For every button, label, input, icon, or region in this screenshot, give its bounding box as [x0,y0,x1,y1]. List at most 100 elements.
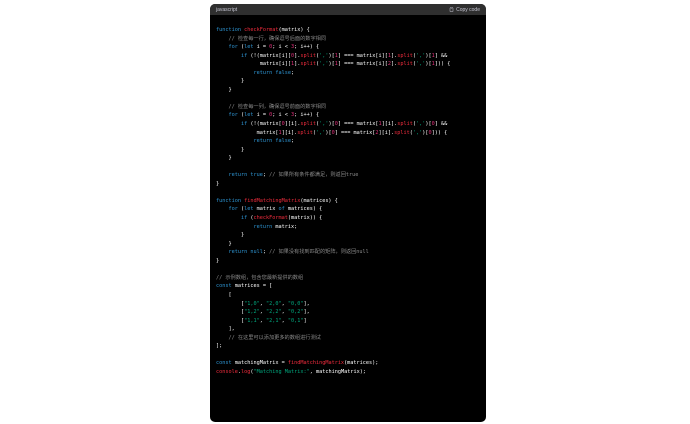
code-token: ',' [315,129,326,136]
code-token: split [300,52,316,59]
clipboard-icon [449,7,454,12]
copy-code-label: Copy code [456,6,480,13]
code-line: // 在这里可以添加更多的数组进行测试 [216,334,480,343]
code-token: split [397,61,413,68]
code-line: return null; // 如果没有找到匹配的矩阵，则返回null [216,248,480,257]
code-token: ] [303,317,307,324]
code-token: let [244,206,254,213]
code-token: split [300,61,316,68]
code-token: } [216,232,245,239]
code-token: , matchingMatrix); [309,368,366,375]
code-token: matrices) { [284,206,323,213]
code-token: return [228,172,248,179]
code-token: "1,1" [244,317,260,324]
code-line: if (!(matrix[i][0].split(',')[1] === mat… [216,52,480,61]
code-token: ], [303,309,310,316]
code-token: ][i]. [284,121,301,128]
code-line: // 检查每一行，确保逗号后面的数字相同 [216,35,480,44]
code-line: } [216,86,480,95]
code-token: ])) { [434,61,451,68]
code-token: ] === matrix[ [334,129,376,136]
code-token: [ [216,309,245,316]
code-line: } [216,77,480,86]
code-line: // 检查每一列，确保逗号前面的数字相同 [216,103,480,112]
code-line: return false; [216,137,480,146]
code-token: [ [216,300,245,307]
code-token: // 如果所有条件都满足，则返回true [269,172,359,179]
code-token: ])) { [431,129,448,136]
code-token: let [244,44,254,51]
code-token: console [216,368,238,375]
code-token: checkFormat [244,27,279,33]
code-token: ; i++) { [294,112,320,119]
code-token: let [244,112,254,119]
code-token: return [253,69,273,76]
code-token: ; [290,138,295,145]
code-token: [ [216,317,245,324]
code-line: } [216,231,480,240]
code-token: ',' [415,61,426,68]
code-token: ; i++) { [294,44,320,51]
code-line: matrix[i][1].split(',')[1] === matrix[i]… [216,60,480,69]
code-token: ][i]. [281,129,298,136]
code-line: ["1,1", "2,1", "0,1"] [216,317,480,326]
code-token: ] === matrix[ [337,121,379,128]
code-token: checkFormat [253,215,288,222]
code-token: } [216,146,245,153]
code-line: } [216,180,480,189]
copy-code-button[interactable]: Copy code [449,7,480,13]
code-line: ]; [216,342,480,351]
code-line: if (!(matrix[0][i].split(',')[0] === mat… [216,120,480,129]
code-token: } [216,180,220,187]
code-token: (!(matrix[i][ [247,52,291,59]
code-token: const [216,283,232,290]
code-token: "0,1" [287,317,304,324]
code-token: log [241,368,251,375]
code-token: null [250,249,263,256]
code-line: ["1,0", "2,0", "0,0"], [216,300,480,309]
code-token: split [300,121,316,128]
code-line: return false; [216,69,480,78]
code-token: matchingMatrix = [231,360,288,367]
code-token: ',' [412,129,423,136]
code-token: for [228,44,238,51]
code-token: ], [216,326,235,333]
code-token: ][i]. [381,121,398,128]
code-block-header: javascript Copy code [210,4,486,15]
code-token: matrix[ [216,129,279,136]
code-token: i = [253,44,270,51]
code-token: true [250,172,263,179]
code-token: "0,2" [287,309,304,316]
code-line: ["1,2", "2,2", "0,2"], [216,308,480,317]
code-line: return true; // 如果所有条件都满足，则返回true [216,171,480,180]
code-token: ',' [415,121,426,128]
code-line: } [216,257,480,266]
code-token: matrix; [272,223,298,230]
code-token: } [216,86,232,93]
code-line: function checkFormat(matrix) { [216,26,480,35]
code-token: findMatchingMatrix [287,360,345,367]
code-token: "1,2" [244,309,260,316]
code-token: split [397,121,413,128]
code-token: // 检查每一列，确保逗号前面的数字相同 [228,103,327,110]
code-line: const matchingMatrix = findMatchingMatri… [216,359,480,368]
code-line: ], [216,325,480,334]
language-label: javascript [216,6,238,13]
code-token: // 在这里可以添加更多的数组进行测试 [228,334,321,341]
code-content: function checkFormat(matrix) { // 检查每一行，… [210,15,486,376]
code-token: "1,0" [244,300,260,307]
code-line: if (checkFormat(matrix)) { [216,214,480,223]
code-token: matrix [253,206,279,213]
